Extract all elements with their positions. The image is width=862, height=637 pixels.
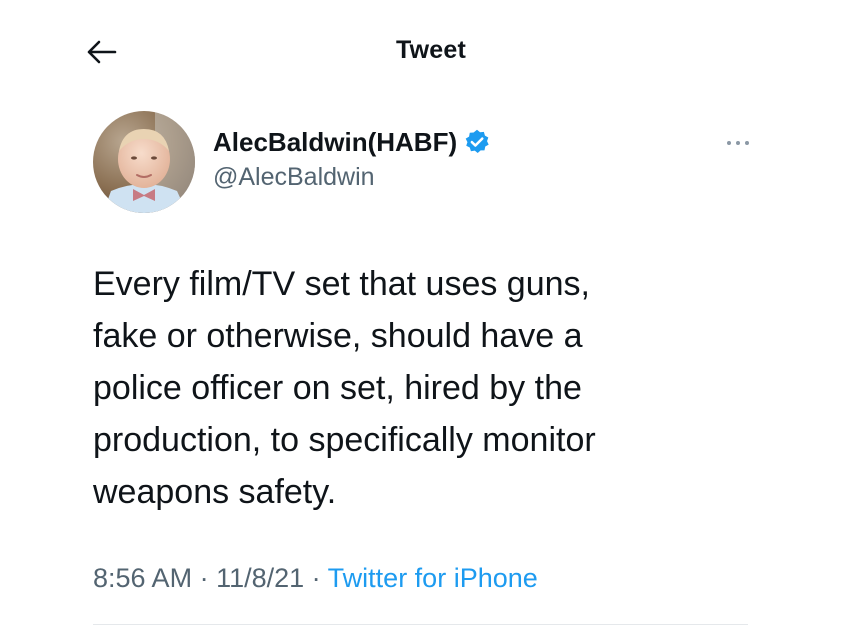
tweet-date[interactable]: 11/8/21: [216, 563, 304, 593]
tweet-time[interactable]: 8:56 AM: [93, 563, 192, 593]
name-row: AlecBaldwin(HABF): [213, 125, 491, 159]
tweet-meta: 8:56 AM · 11/8/21 · Twitter for iPhone: [93, 563, 538, 594]
verified-badge-icon: [463, 128, 491, 156]
display-name[interactable]: AlecBaldwin(HABF): [213, 127, 457, 158]
more-horizontal-icon: [727, 141, 749, 145]
tweet-text: Every film/TV set that uses guns, fake o…: [93, 265, 596, 511]
top-bar: Tweet: [0, 0, 862, 100]
avatar[interactable]: [93, 111, 195, 213]
author-info[interactable]: AlecBaldwin(HABF) @AlecBaldwin: [213, 125, 491, 192]
tweet-source-link[interactable]: Twitter for iPhone: [328, 563, 538, 593]
meta-separator: ·: [192, 563, 217, 593]
more-options-button[interactable]: [718, 132, 758, 154]
user-handle[interactable]: @AlecBaldwin: [213, 163, 491, 192]
page-title: Tweet: [396, 36, 466, 64]
divider: [93, 624, 748, 625]
meta-separator: ·: [304, 563, 328, 593]
profile-photo: [93, 111, 195, 213]
